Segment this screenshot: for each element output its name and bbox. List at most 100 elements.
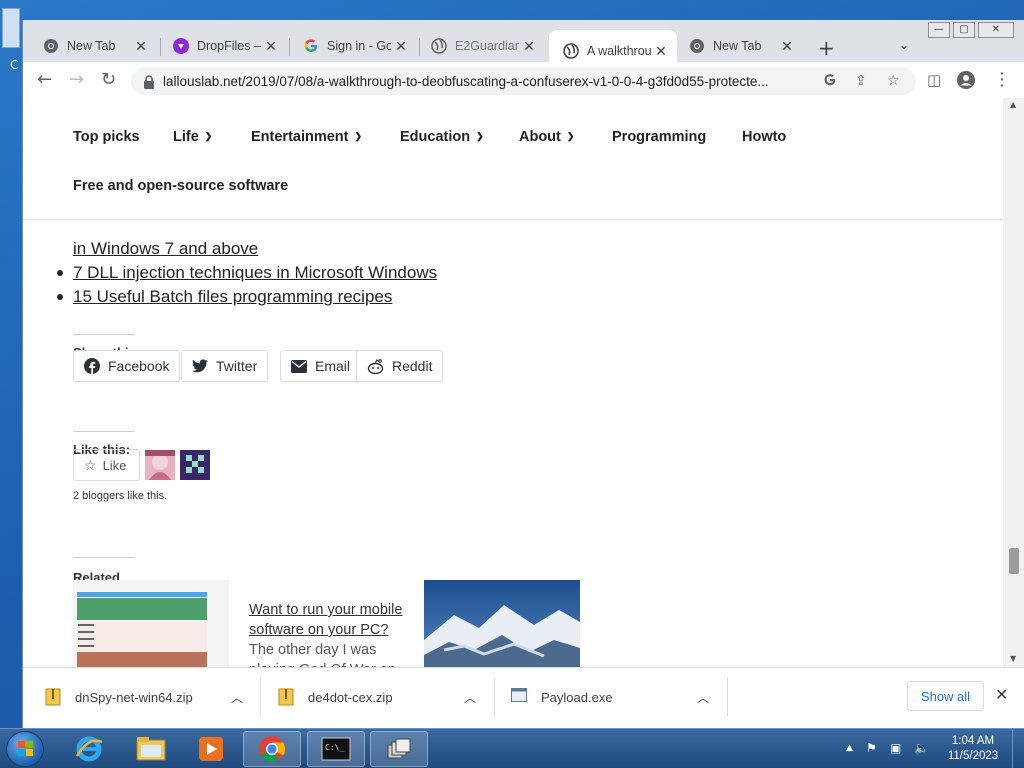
google-lens-icon[interactable] xyxy=(823,73,837,91)
related-thumbnail-mountain[interactable] xyxy=(424,580,580,667)
link-text[interactable]: 15 Useful Batch files programming recipe… xyxy=(73,287,392,306)
tab-new-tab-2[interactable]: New Tab ✕ xyxy=(675,30,803,62)
share-facebook-button[interactable]: Facebook xyxy=(73,350,181,382)
close-tab-icon[interactable]: ✕ xyxy=(651,43,671,60)
related-post-link[interactable]: in Windows 7 and above xyxy=(73,239,258,259)
zip-file-icon xyxy=(45,688,61,706)
url-text[interactable]: lallouslab.net/2019/07/08/a-walkthrough-… xyxy=(163,74,823,89)
tab-title: New Tab xyxy=(713,39,762,53)
scrollbar-thumb[interactable] xyxy=(1009,548,1019,574)
nav-programming[interactable]: Programming xyxy=(612,129,706,145)
tab-new-tab-1[interactable]: New Tab ✕ xyxy=(29,30,157,62)
related-item[interactable]: Want to run your mobile software on your… xyxy=(249,600,409,667)
close-window-button[interactable]: ✕ xyxy=(978,22,1014,38)
chevron-up-icon[interactable]: ︿ xyxy=(464,689,476,706)
system-clock[interactable]: 1:04 AM 11/5/2023 xyxy=(944,734,1002,764)
chrome-menu-icon[interactable]: ⋮ xyxy=(993,71,1011,89)
internet-explorer-icon[interactable] xyxy=(60,731,118,767)
nav-foss[interactable]: Free and open-source software xyxy=(73,178,288,194)
svg-text:C:\_: C:\_ xyxy=(325,743,344,752)
reddit-icon xyxy=(367,358,384,374)
chevron-down-icon: ❯ xyxy=(204,131,213,141)
nav-about[interactable]: About ❯ xyxy=(519,129,574,145)
minimize-button[interactable]: — xyxy=(928,22,950,38)
task-view-icon[interactable] xyxy=(370,731,428,767)
tab-e2guardian[interactable]: E2Guardian ✕ xyxy=(417,30,545,62)
download-item[interactable]: de4dot-cex.zip ︿ xyxy=(278,668,488,726)
email-icon xyxy=(291,359,307,373)
close-tab-icon[interactable]: ✕ xyxy=(261,38,281,55)
cmd-taskbar-icon[interactable]: C:\_ xyxy=(307,731,365,767)
nav-entertainment[interactable]: Entertainment ❯ xyxy=(251,129,362,145)
related-post-link[interactable]: 7 DLL injection techniques in Microsoft … xyxy=(73,263,437,283)
desktop-file-icon[interactable] xyxy=(2,8,20,48)
scroll-up-arrow-icon[interactable]: ▲ xyxy=(1010,100,1016,109)
side-panel-icon[interactable]: ◫ xyxy=(927,71,941,89)
nav-education[interactable]: Education ❯ xyxy=(400,129,484,145)
file-explorer-icon[interactable] xyxy=(122,731,180,767)
start-button[interactable] xyxy=(6,731,44,767)
network-icon[interactable]: ▣ xyxy=(890,741,901,755)
download-filename: de4dot-cex.zip xyxy=(308,689,393,705)
volume-icon[interactable]: 🔈 xyxy=(914,741,929,755)
close-tab-icon[interactable]: ✕ xyxy=(131,38,151,55)
close-tab-icon[interactable]: ✕ xyxy=(777,38,797,55)
tray-expand-icon[interactable]: ▲ xyxy=(846,743,853,753)
tab-sign-in[interactable]: Sign in - Go ✕ xyxy=(289,30,417,62)
like-button[interactable]: ☆ Like xyxy=(73,449,140,481)
address-bar[interactable]: lallouslab.net/2019/07/08/a-walkthrough-… xyxy=(131,67,916,95)
close-tab-icon[interactable]: ✕ xyxy=(519,38,539,55)
back-arrow-icon[interactable]: ← xyxy=(37,71,52,89)
share-icon[interactable]: ⇪ xyxy=(855,73,867,89)
new-tab-button[interactable]: + xyxy=(818,36,835,60)
link-text[interactable]: 7 DLL injection techniques in Microsoft … xyxy=(73,263,437,282)
show-all-button[interactable]: Show all xyxy=(907,681,984,711)
download-item[interactable]: dnSpy-net-win64.zip ︿ xyxy=(45,668,255,726)
nav-label: Free and open-source software xyxy=(73,178,289,194)
chrome-icon xyxy=(689,38,705,54)
lock-icon[interactable] xyxy=(143,74,155,89)
share-reddit-button[interactable]: Reddit xyxy=(356,350,444,382)
page-scrollbar[interactable]: ▲ ▼ xyxy=(1003,98,1024,667)
share-label: Email xyxy=(315,358,351,374)
related-thumbnail[interactable] xyxy=(73,580,229,667)
chrome-taskbar-icon[interactable] xyxy=(243,731,301,767)
nav-top-picks[interactable]: Top picks xyxy=(73,129,140,145)
related-item-title[interactable]: Want to run your mobile software on your… xyxy=(249,600,409,640)
media-player-icon[interactable] xyxy=(182,731,240,767)
related-post-link[interactable]: 15 Useful Batch files programming recipe… xyxy=(73,287,392,307)
forward-arrow-icon[interactable]: → xyxy=(69,71,84,89)
scroll-down-arrow-icon[interactable]: ▼ xyxy=(1010,654,1016,663)
download-item[interactable]: Payload.exe ︿ xyxy=(511,668,721,726)
profile-avatar-icon[interactable] xyxy=(957,71,975,93)
share-email-button[interactable]: Email xyxy=(280,350,362,382)
nav-howto[interactable]: Howto xyxy=(742,129,786,145)
bookmark-star-icon[interactable]: ☆ xyxy=(887,73,900,89)
tab-search-chevron-icon[interactable]: ⌄ xyxy=(899,38,909,52)
close-tab-icon[interactable]: ✕ xyxy=(391,38,411,55)
show-desktop-button[interactable] xyxy=(1012,729,1024,768)
avatar[interactable] xyxy=(180,450,210,480)
chevron-up-icon[interactable]: ︿ xyxy=(697,689,709,706)
divider xyxy=(727,678,728,716)
dropfiles-icon xyxy=(173,38,189,54)
close-icon[interactable]: ✕ xyxy=(995,685,1008,704)
maximize-button[interactable]: ▢ xyxy=(953,22,975,38)
twitter-icon xyxy=(192,359,208,373)
divider xyxy=(494,678,495,716)
share-twitter-button[interactable]: Twitter xyxy=(181,350,269,382)
windows-taskbar: C:\_ ▲ ⚑ ▣ 🔈 1:04 AM 11/5/2023 xyxy=(0,728,1024,768)
download-filename: Payload.exe xyxy=(541,689,613,705)
chevron-up-icon[interactable]: ︿ xyxy=(231,689,243,706)
reload-icon[interactable]: ↻ xyxy=(101,71,116,89)
link-text[interactable]: in Windows 7 and above xyxy=(73,239,258,258)
nav-life[interactable]: Life ❯ xyxy=(173,129,212,145)
divider xyxy=(73,557,135,558)
google-icon xyxy=(303,38,319,54)
tab-dropfiles[interactable]: DropFiles — ✕ xyxy=(159,30,287,62)
action-center-flag-icon[interactable]: ⚑ xyxy=(866,741,877,755)
avatar[interactable] xyxy=(145,450,175,480)
star-icon: ☆ xyxy=(84,456,97,473)
divider xyxy=(73,334,135,335)
tab-title: DropFiles — xyxy=(197,39,261,53)
